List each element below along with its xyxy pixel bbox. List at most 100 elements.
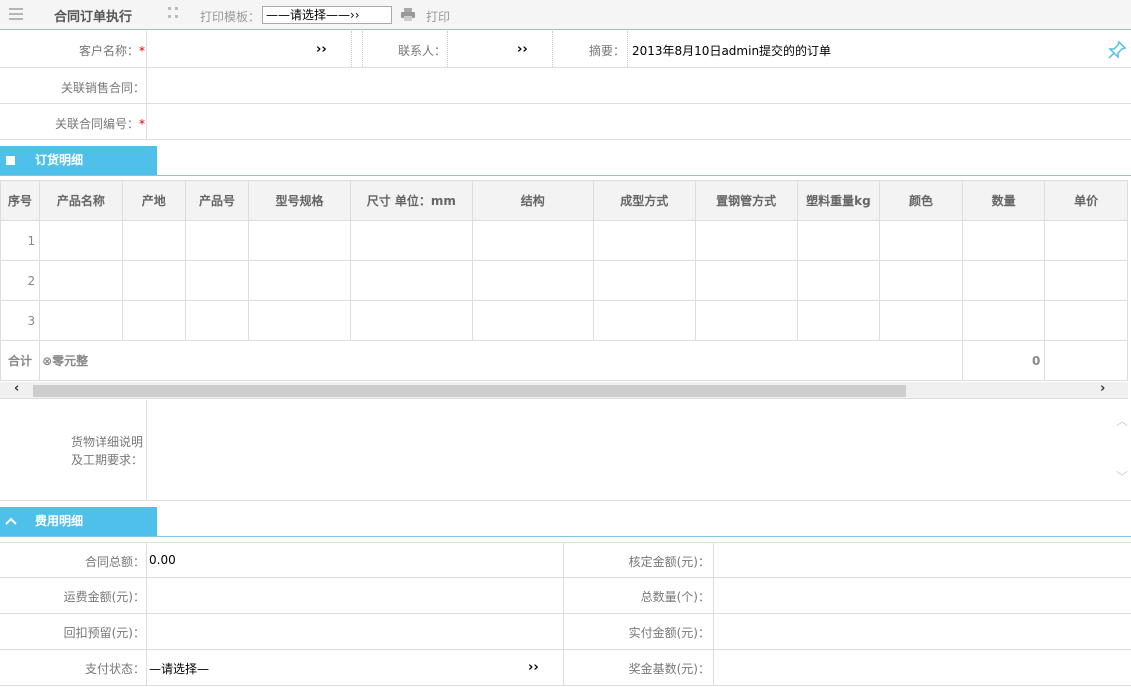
- freight-input[interactable]: [149, 578, 559, 613]
- goods-desc-row: 货物详细说明 及工期要求： ︿ ﹀: [0, 400, 1131, 501]
- print-template-select[interactable]: ——请选择——››: [262, 6, 392, 24]
- goods-desc-textarea[interactable]: [148, 400, 1108, 500]
- total-count-input[interactable]: [716, 578, 1126, 613]
- column-header: 结构: [471, 180, 594, 221]
- table-cell[interactable]: [121, 220, 186, 261]
- table-cell[interactable]: [349, 260, 473, 301]
- table-cell[interactable]: [471, 260, 594, 301]
- table-cell[interactable]: [694, 260, 798, 301]
- scroll-right-arrow[interactable]: ›: [1100, 381, 1105, 396]
- scroll-up-arrow[interactable]: ︿: [1116, 412, 1128, 429]
- scroll-left-arrow[interactable]: ‹: [14, 381, 19, 396]
- table-cell[interactable]: [961, 260, 1046, 301]
- column-header: 产品名称: [39, 180, 123, 221]
- column-header: 产地: [121, 180, 186, 221]
- row-index: 3: [0, 300, 41, 341]
- customer-select-chevron[interactable]: ››: [316, 42, 327, 57]
- customer-row: 客户名称：* ›› 联系人： ›› 摘要： 2013年8月10日admin提交的…: [0, 31, 1131, 68]
- table-cell[interactable]: [1044, 220, 1128, 261]
- row-index: 2: [0, 260, 41, 301]
- paid-amount-input[interactable]: [716, 614, 1126, 649]
- bonus-base-label: 奖金基数(元)：: [628, 662, 710, 676]
- table-cell[interactable]: [39, 220, 123, 261]
- table-cell[interactable]: [592, 220, 696, 261]
- summary-label: 摘要：: [588, 44, 625, 58]
- menu-icon[interactable]: [9, 8, 23, 20]
- table-cell[interactable]: [471, 300, 594, 341]
- table-cell[interactable]: [121, 260, 186, 301]
- table-cell[interactable]: [796, 220, 881, 261]
- table-cell[interactable]: [248, 300, 351, 341]
- table-cell[interactable]: [184, 300, 250, 341]
- table-cell[interactable]: [796, 260, 881, 301]
- table-cell[interactable]: [471, 220, 594, 261]
- table-cell[interactable]: [879, 300, 963, 341]
- total-label: 合计: [0, 340, 41, 381]
- column-header: 成型方式: [592, 180, 696, 221]
- horizontal-scrollbar[interactable]: ‹ ›: [0, 381, 1128, 399]
- fee-section-tab[interactable]: 费用明细: [0, 507, 157, 536]
- table-cell[interactable]: [879, 260, 963, 301]
- scrollbar-thumb[interactable]: [33, 385, 906, 397]
- table-cell[interactable]: [1044, 300, 1128, 341]
- related-no-row: 关联合同编号：*: [0, 104, 1131, 140]
- bonus-base-input[interactable]: [716, 650, 1126, 685]
- scroll-down-arrow[interactable]: ﹀: [1116, 468, 1128, 485]
- table-row[interactable]: 2: [0, 260, 1128, 301]
- related-no-label: 关联合同编号：*: [54, 117, 145, 131]
- table-cell[interactable]: [349, 220, 473, 261]
- related-sales-input[interactable]: [148, 68, 1128, 103]
- order-table-header: 序号 产品名称 产地 产品号 型号规格 尺寸 单位：mm 结构 成型方式 置钢管…: [0, 180, 1128, 221]
- table-row[interactable]: 1: [0, 220, 1128, 261]
- contact-label: 联系人：: [397, 44, 446, 58]
- table-cell[interactable]: [121, 300, 186, 341]
- contact-input[interactable]: [449, 31, 549, 67]
- table-row[interactable]: 3: [0, 300, 1128, 341]
- table-cell[interactable]: [1044, 260, 1128, 301]
- order-table: 序号 产品名称 产地 产品号 型号规格 尺寸 单位：mm 结构 成型方式 置钢管…: [0, 180, 1128, 381]
- table-cell[interactable]: [39, 300, 123, 341]
- column-header: 序号: [0, 180, 41, 221]
- column-header: 数量: [961, 180, 1046, 221]
- page-title: 合同订单执行: [54, 10, 133, 25]
- customer-label: 客户名称：*: [78, 44, 145, 58]
- approved-amount-input[interactable]: [716, 543, 1126, 578]
- related-no-input[interactable]: [148, 104, 1128, 139]
- order-section-header: 订货明细: [0, 146, 1131, 176]
- pay-status-select[interactable]: —请选择—: [149, 660, 209, 677]
- order-section-tab[interactable]: 订货明细: [0, 146, 157, 175]
- fee-row-1: 合同总额： 0.00 核定金额(元)：: [0, 542, 1131, 578]
- pin-icon[interactable]: [1107, 40, 1127, 60]
- table-cell: [1044, 340, 1128, 381]
- column-header: 置钢管方式: [694, 180, 798, 221]
- column-header: 型号规格: [248, 180, 351, 221]
- print-template-label: 打印模板：: [200, 10, 261, 24]
- table-cell[interactable]: [694, 220, 798, 261]
- table-cell[interactable]: [184, 260, 250, 301]
- pay-status-chevron[interactable]: ››: [528, 660, 539, 675]
- contract-total-value[interactable]: 0.00: [149, 553, 176, 567]
- rebate-input[interactable]: [149, 614, 559, 649]
- total-count-label: 总数量(个)：: [640, 590, 710, 604]
- printer-icon[interactable]: [400, 7, 416, 22]
- table-cell[interactable]: [248, 260, 351, 301]
- table-cell[interactable]: [694, 300, 798, 341]
- print-button[interactable]: 打印: [426, 8, 450, 25]
- table-cell[interactable]: [961, 220, 1046, 261]
- table-cell[interactable]: [39, 260, 123, 301]
- table-cell[interactable]: [961, 300, 1046, 341]
- table-cell[interactable]: [879, 220, 963, 261]
- related-sales-row: 关联销售合同：: [0, 68, 1131, 104]
- contact-select-chevron[interactable]: ››: [517, 42, 528, 57]
- table-cell[interactable]: [248, 220, 351, 261]
- table-cell[interactable]: [184, 220, 250, 261]
- chevron-up-icon[interactable]: [5, 516, 17, 526]
- table-cell[interactable]: [592, 300, 696, 341]
- table-cell[interactable]: [592, 260, 696, 301]
- table-cell[interactable]: [349, 300, 473, 341]
- column-header: 尺寸 单位：mm: [349, 180, 473, 221]
- table-cell[interactable]: [796, 300, 881, 341]
- fee-row-3: 回扣预留(元)： 实付金额(元)：: [0, 614, 1131, 650]
- customer-input[interactable]: [148, 31, 338, 67]
- summary-input[interactable]: 2013年8月10日admin提交的的订单: [632, 42, 831, 59]
